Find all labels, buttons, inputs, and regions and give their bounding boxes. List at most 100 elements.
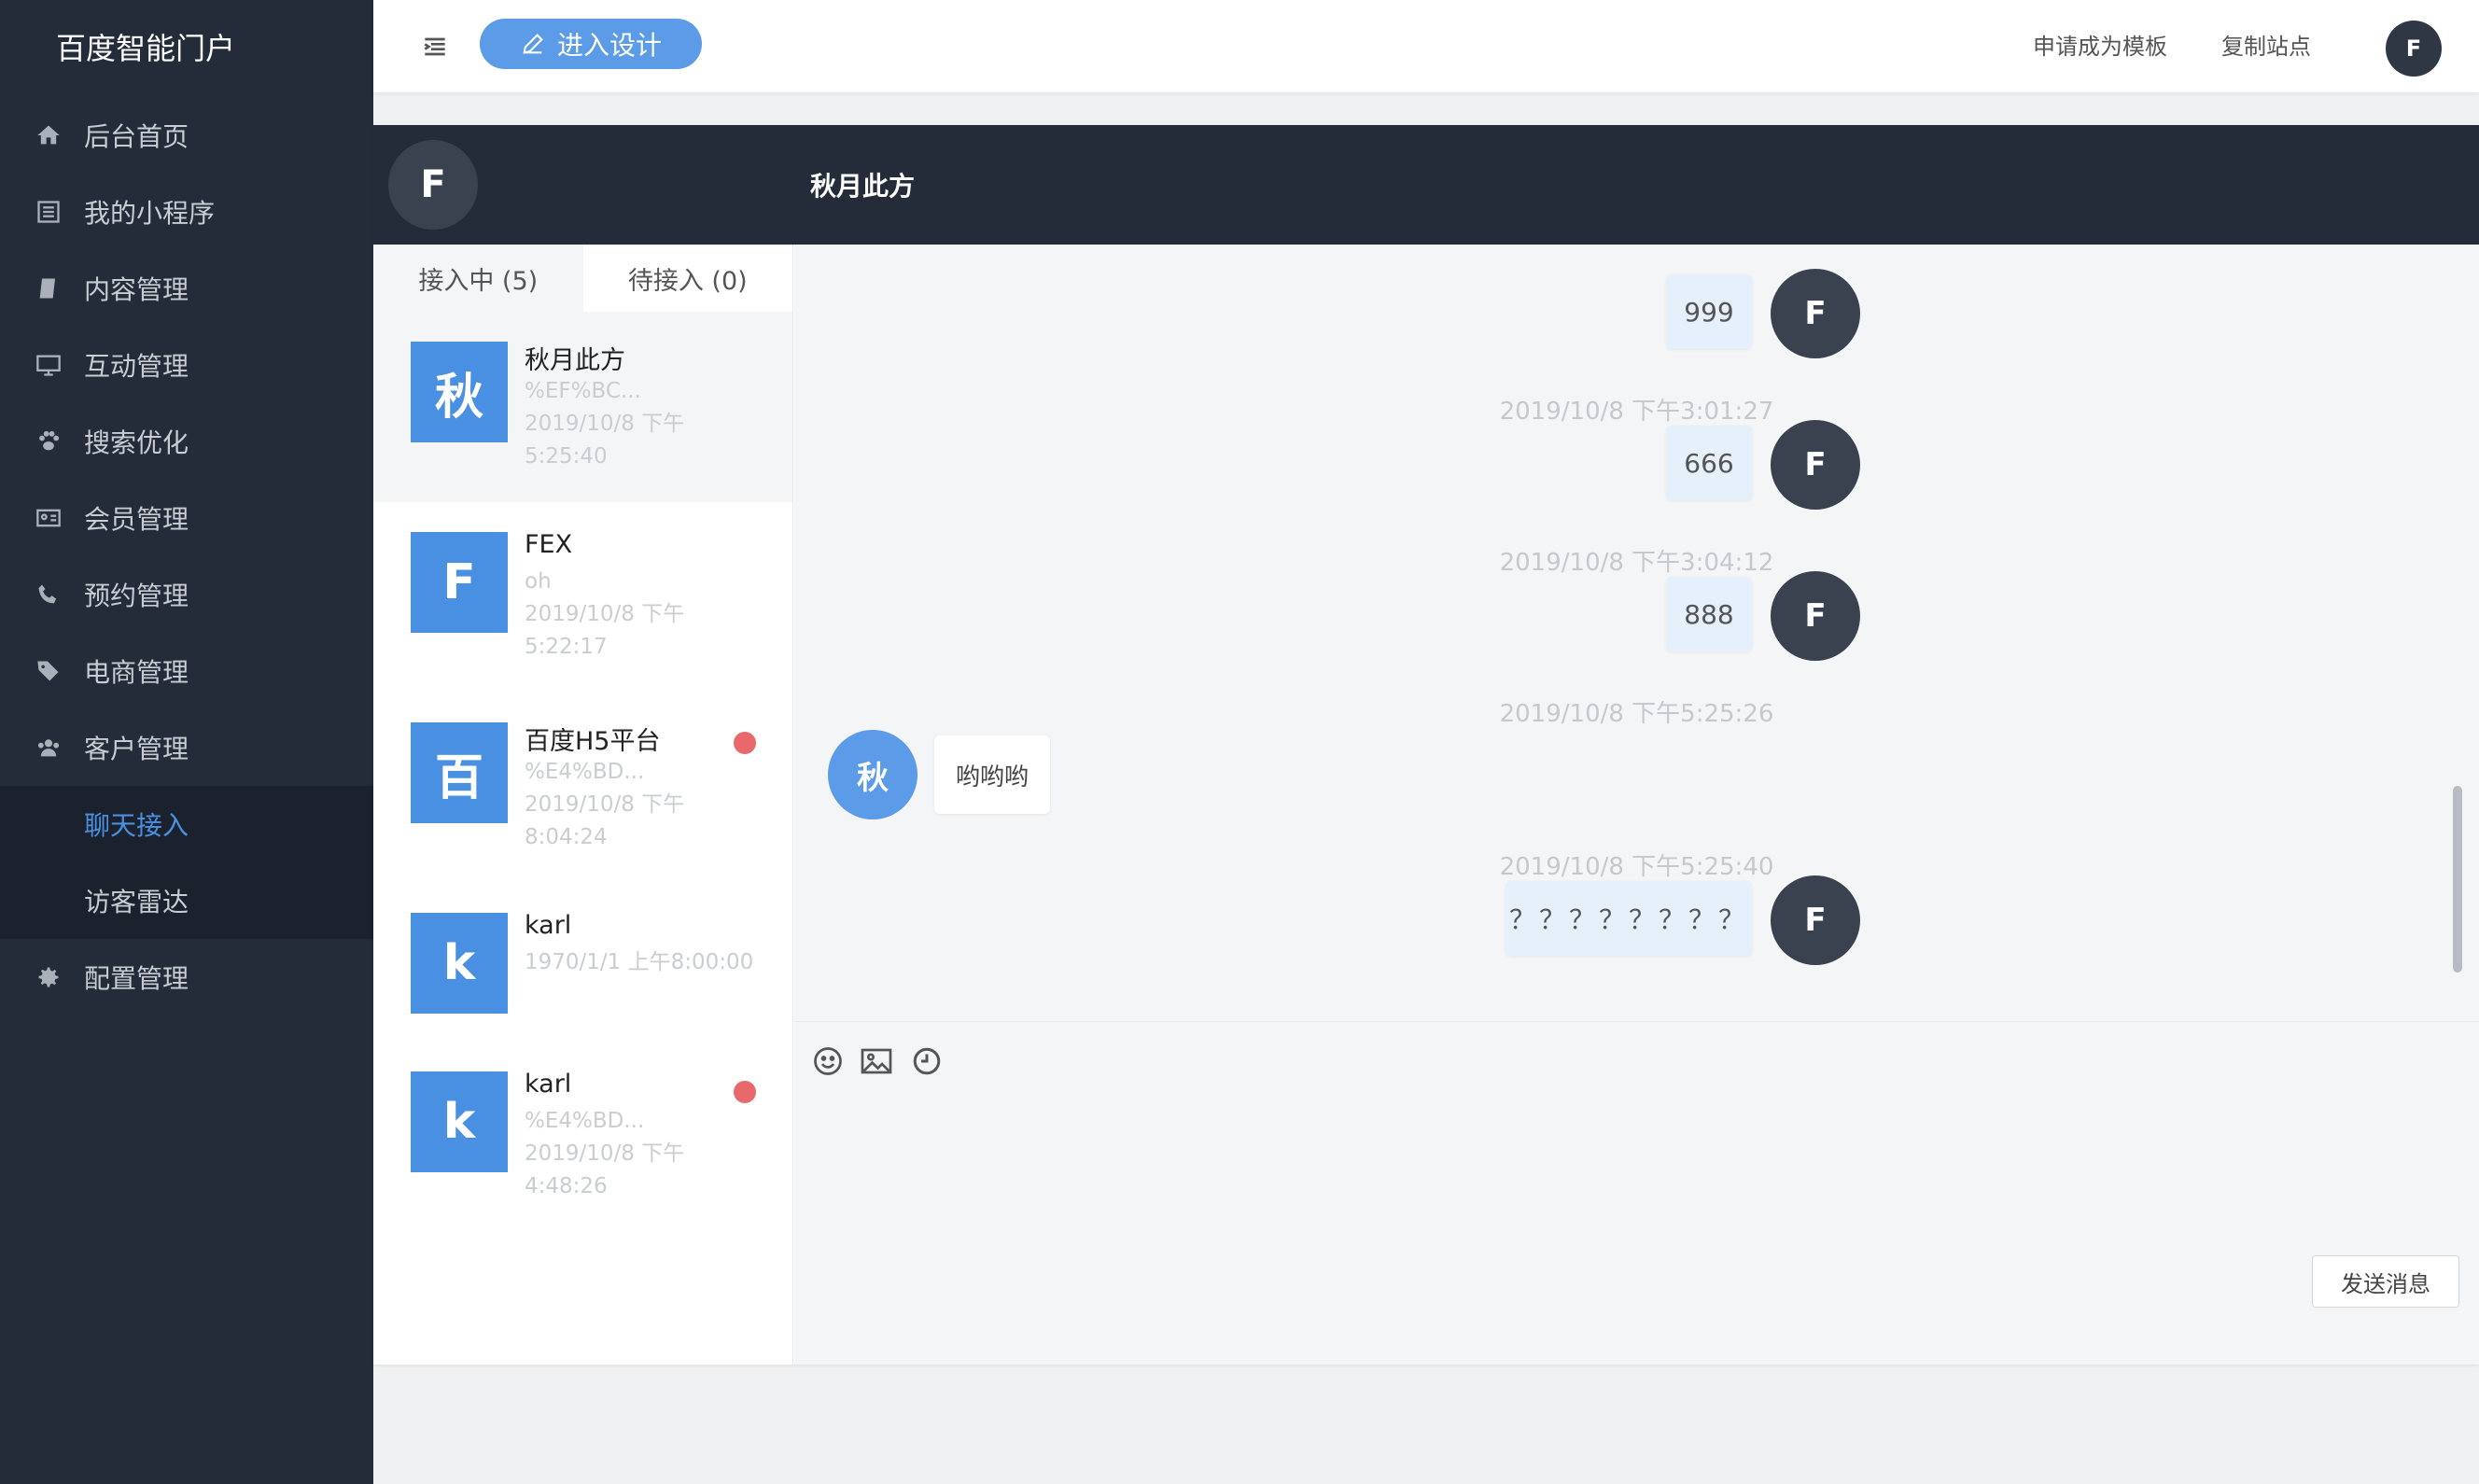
sidebar-subitem-visitor-radar[interactable]: 访客雷达: [0, 862, 373, 939]
message-avatar: F: [1771, 875, 1860, 965]
sidebar-item-label: 内容管理: [84, 274, 189, 305]
sidebar: 百度智能门户 后台首页 我的小程序 内容管理 互动管理 搜索优化 会员管理 预约…: [0, 0, 373, 1484]
customer-submenu: 聊天接入 访客雷达: [0, 786, 373, 939]
chat-header-name: 秋月此方: [810, 171, 916, 202]
sidebar-item-home[interactable]: 后台首页: [0, 97, 373, 174]
phone-icon: [34, 580, 63, 609]
sidebar-item-label: 预约管理: [84, 581, 189, 611]
id-card-icon: [34, 503, 63, 533]
chat-header-avatar: F: [388, 140, 478, 230]
list-icon: [34, 197, 63, 227]
conversation-avatar: 百: [411, 722, 508, 823]
enter-design-label: 进入设计: [556, 30, 662, 61]
conversation-time: 2019/10/8 下午: [525, 1141, 685, 1166]
sidebar-item-mini-programs[interactable]: 我的小程序: [0, 174, 373, 250]
sidebar-item-label: 配置管理: [84, 963, 189, 994]
monitor-icon: [34, 350, 63, 380]
conversation-item[interactable]: 秋 秋月此方 %EF%BC... 2019/10/8 下午 5:25:40: [373, 312, 792, 502]
gear-icon: [34, 962, 63, 992]
message-area[interactable]: 999 F 2019/10/8 下午3:01:27 666 F 2019/10/…: [794, 245, 2479, 1365]
message-bubble-outgoing: ？？？？？？？？: [1506, 881, 1752, 956]
message-timestamp: 2019/10/8 下午3:04:12: [1499, 549, 1774, 577]
conversation-avatar: k: [411, 913, 508, 1014]
message-timestamp: 2019/10/8 下午5:25:40: [1499, 853, 1774, 881]
conversation-time: 5:25:40: [525, 444, 608, 469]
paw-icon: [34, 427, 63, 456]
tab-pending[interactable]: 待接入 (0): [582, 245, 792, 312]
sidebar-item-interaction[interactable]: 互动管理: [0, 327, 373, 403]
sidebar-item-content[interactable]: 内容管理: [0, 250, 373, 327]
sidebar-item-label: 互动管理: [84, 351, 189, 382]
unread-dot: [734, 732, 756, 754]
conversation-name: karl: [525, 911, 572, 940]
sidebar-item-customers[interactable]: 客户管理: [0, 709, 373, 786]
message-avatar: F: [1771, 571, 1860, 661]
conversation-preview: 1970/1/1 上午8:00:00: [525, 950, 754, 974]
sidebar-item-label: 客户管理: [84, 734, 189, 764]
conversation-preview: oh: [525, 569, 552, 594]
conversation-name: 百度H5平台: [525, 727, 661, 756]
sidebar-subitem-chat[interactable]: 聊天接入: [0, 786, 373, 862]
home-icon: [34, 120, 63, 150]
conversation-time: 5:22:17: [525, 635, 608, 659]
conversation-avatar: F: [411, 532, 508, 633]
sidebar-item-members[interactable]: 会员管理: [0, 480, 373, 556]
top-header: 进入设计 申请成为模板 复制站点 F: [373, 0, 2479, 93]
conversation-avatar: 秋: [411, 342, 508, 442]
conversation-preview: %EF%BC...: [525, 379, 641, 403]
brand-title: 百度智能门户: [56, 31, 236, 66]
sidebar-item-label: 电商管理: [84, 657, 189, 688]
image-icon[interactable]: [860, 1044, 893, 1078]
conversation-preview: %E4%BD...: [525, 1109, 645, 1133]
message-avatar: F: [1771, 269, 1860, 358]
message-bubble-outgoing: 888: [1666, 577, 1752, 651]
menu-toggle-icon[interactable]: [420, 32, 450, 62]
conversation-preview-block: 1970/1/1 上午8:00:00: [525, 946, 777, 979]
message-timestamp: 2019/10/8 下午3:01:27: [1499, 398, 1774, 426]
conversation-time: 8:04:24: [525, 825, 608, 849]
sidebar-item-config[interactable]: 配置管理: [0, 939, 373, 1015]
tags-icon: [34, 656, 63, 686]
conversation-item[interactable]: k karl %E4%BD... 2019/10/8 下午 4:48:26: [373, 1042, 792, 1232]
chat-panel: F 秋月此方 接入中 (5) 待接入 (0) 秋 秋月此方 %EF%BC... …: [373, 125, 2479, 1365]
conversation-preview-block: %EF%BC... 2019/10/8 下午 5:25:40: [525, 375, 758, 473]
conversation-preview-block: %E4%BD... 2019/10/8 下午 8:04:24: [525, 756, 758, 854]
send-message-button[interactable]: 发送消息: [2312, 1255, 2459, 1308]
conversation-preview-block: oh 2019/10/8 下午 5:22:17: [525, 566, 758, 664]
conversation-time: 2019/10/8 下午: [525, 602, 685, 626]
sidebar-item-label: 搜索优化: [84, 427, 189, 458]
chat-header: F 秋月此方: [373, 125, 2479, 245]
message-timestamp: 2019/10/8 下午5:25:26: [1499, 700, 1774, 728]
conversation-name: FEX: [525, 530, 573, 559]
sidebar-item-booking[interactable]: 预约管理: [0, 556, 373, 633]
conversation-item[interactable]: F FEX oh 2019/10/8 下午 5:22:17: [373, 502, 792, 693]
conversation-time: 2019/10/8 下午: [525, 792, 685, 817]
copy-site-link[interactable]: 复制站点: [2221, 28, 2311, 61]
sidebar-item-label: 会员管理: [84, 504, 189, 535]
users-icon: [34, 733, 63, 763]
unread-dot: [734, 1081, 756, 1103]
sidebar-item-ecommerce[interactable]: 电商管理: [0, 633, 373, 709]
clock-icon[interactable]: [910, 1044, 944, 1078]
tab-connected[interactable]: 接入中 (5): [373, 245, 583, 312]
enter-design-button[interactable]: 进入设计: [480, 19, 702, 69]
conversation-avatar: k: [411, 1071, 508, 1172]
conversation-name: 秋月此方: [525, 346, 625, 375]
conversation-item[interactable]: k karl 1970/1/1 上午8:00:00: [373, 883, 792, 1042]
apply-template-link[interactable]: 申请成为模板: [2033, 28, 2167, 61]
pencil-icon: [523, 34, 543, 54]
conversation-time: 4:48:26: [525, 1174, 608, 1198]
conversation-item[interactable]: 百 百度H5平台 %E4%BD... 2019/10/8 下午 8:04:24: [373, 693, 792, 883]
conversation-time: 2019/10/8 下午: [525, 412, 685, 436]
conversation-list: 接入中 (5) 待接入 (0) 秋 秋月此方 %EF%BC... 2019/10…: [373, 245, 793, 1365]
conversation-preview-block: %E4%BD... 2019/10/8 下午 4:48:26: [525, 1105, 758, 1203]
smile-icon[interactable]: [811, 1044, 845, 1078]
conversation-preview: %E4%BD...: [525, 760, 645, 784]
message-composer[interactable]: 发送消息: [794, 1021, 2479, 1365]
sidebar-item-seo[interactable]: 搜索优化: [0, 403, 373, 480]
user-avatar[interactable]: F: [2386, 21, 2442, 77]
conversation-name: karl: [525, 1070, 572, 1099]
message-avatar: 秋: [828, 730, 917, 819]
message-scrollbar[interactable]: [2453, 786, 2462, 973]
message-bubble-outgoing: 666: [1666, 426, 1752, 500]
